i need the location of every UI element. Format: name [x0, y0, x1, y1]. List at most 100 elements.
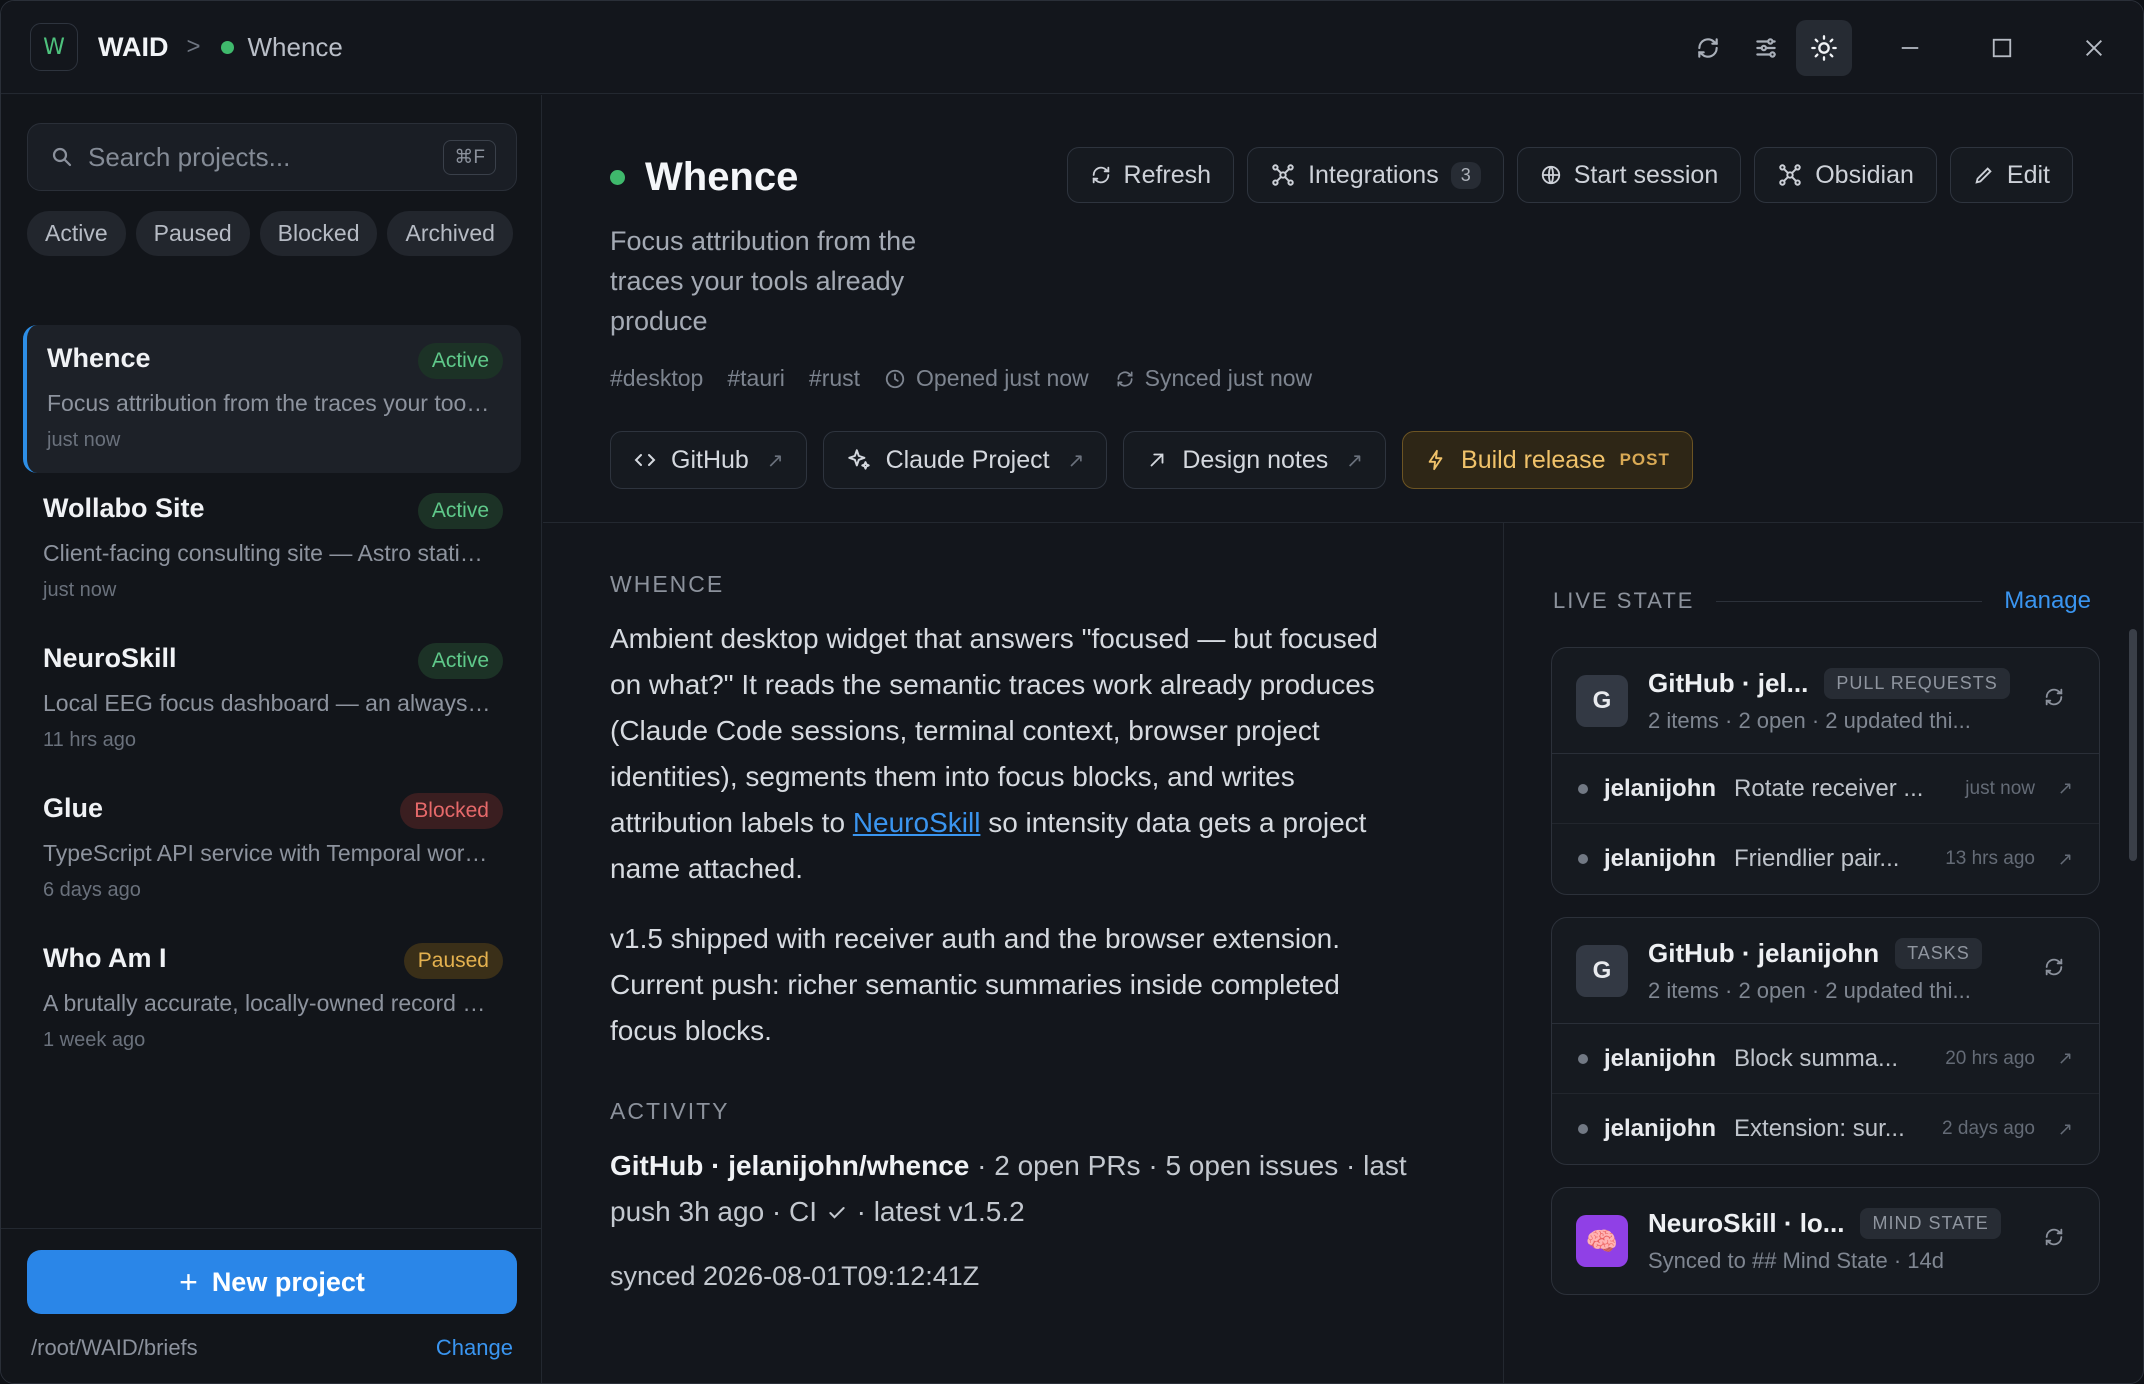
refresh-label: Refresh	[1123, 160, 1212, 189]
integrations-button[interactable]: Integrations 3	[1247, 147, 1504, 203]
search-input[interactable]	[88, 141, 418, 173]
sync-button[interactable]	[1680, 20, 1736, 76]
card-title: GitHub · jel... PULL REQUESTS	[1648, 668, 2010, 699]
manage-link[interactable]: Manage	[2004, 587, 2091, 615]
opened-meta: Opened just now	[884, 365, 1089, 392]
status-dot	[220, 40, 234, 54]
bullet	[1578, 783, 1588, 794]
integration-card-tasks: G GitHub · jelanijohn TASKS 2 items · 2 …	[1551, 917, 2100, 1165]
filter-archived[interactable]: Archived	[387, 211, 513, 256]
project-time: just now	[47, 429, 121, 451]
filter-paused[interactable]: Paused	[135, 211, 250, 256]
list-item[interactable]: jelanijohn Friendlier pair... 13 hrs ago…	[1552, 824, 2099, 894]
project-time: 1 week ago	[43, 1029, 146, 1051]
new-project-button[interactable]: + New project	[27, 1250, 517, 1314]
opened-text: Opened just now	[916, 365, 1089, 391]
card-refresh-button[interactable]	[2043, 686, 2065, 713]
titlebar-controls	[1680, 1, 2143, 94]
search-shortcut: ⌘F	[443, 140, 496, 175]
sun-icon	[1811, 34, 1837, 61]
synced-timestamp: synced 2026-08-01T09:12:41Z	[610, 1261, 980, 1291]
project-subtitle: Focus attribution from the traces your t…	[610, 226, 917, 336]
tag[interactable]: #rust	[809, 365, 860, 392]
start-session-button[interactable]: Start session	[1516, 147, 1742, 203]
lightning-icon	[1428, 449, 1443, 471]
list-item[interactable]: jelanijohn Rotate receiver ... just now …	[1552, 754, 2099, 824]
card-title-text: GitHub · jelanijohn	[1648, 938, 1880, 968]
breadcrumb-current[interactable]: Whence	[248, 32, 343, 63]
briefs-path: /root/WAID/briefs	[31, 1335, 198, 1360]
neuroskill-link[interactable]: NeuroSkill	[853, 807, 981, 838]
external-link-icon[interactable]: ↗	[2058, 1048, 2073, 1069]
settings-button[interactable]	[1738, 20, 1794, 76]
theme-toggle-button[interactable]	[1796, 19, 1852, 76]
maximize-button[interactable]	[1967, 20, 2037, 76]
project-description: A brutally accurate, locally-owned recor…	[43, 990, 493, 1016]
card-title-text: NeuroSkill · lo...	[1648, 1208, 1845, 1238]
edit-button[interactable]: Edit	[1949, 147, 2073, 203]
activity-repo[interactable]: GitHub · jelanijohn/whence	[610, 1150, 969, 1181]
build-release-button[interactable]: Build release POST	[1402, 431, 1693, 489]
minimize-button[interactable]	[1875, 20, 1945, 76]
project-time: just now	[43, 579, 117, 601]
item-time: 13 hrs ago	[1945, 848, 2035, 869]
item-author: jelanijohn	[1604, 1044, 1717, 1072]
arrow-up-right-icon	[1150, 453, 1164, 467]
project-item-wollabo-site[interactable]: Wollabo Site Active Client-facing consul…	[23, 475, 521, 623]
external-link-icon[interactable]: ↗	[2058, 778, 2073, 799]
close-icon	[2086, 39, 2102, 56]
refresh-icon	[2045, 688, 2063, 706]
synced-meta: Synced just now	[1115, 365, 1312, 392]
card-header[interactable]: G GitHub · jel... PULL REQUESTS 2 items …	[1552, 648, 2099, 754]
item-author: jelanijohn	[1604, 1115, 1717, 1142]
project-time: 11 hrs ago	[43, 729, 137, 751]
tag[interactable]: #desktop	[610, 365, 703, 392]
project-item-who-am-i[interactable]: Who Am I Paused A brutally accurate, loc…	[23, 925, 521, 1073]
item-title: Friendlier pair...	[1734, 845, 1900, 872]
external-link-icon: ↗	[1346, 449, 1364, 472]
filter-active[interactable]: Active	[27, 211, 126, 256]
card-header[interactable]: 🧠 NeuroSkill · lo... MIND STATE Synced t…	[1552, 1188, 2099, 1294]
project-description: Focus attribution from the traces your t…	[47, 390, 493, 416]
external-link-icon[interactable]: ↗	[2058, 849, 2073, 870]
project-item-glue[interactable]: Glue Blocked TypeScript API service with…	[23, 775, 521, 923]
search-box[interactable]: ⌘F	[27, 123, 517, 191]
tag[interactable]: #tauri	[727, 365, 785, 392]
bullet	[1578, 1053, 1588, 1064]
list-item[interactable]: jelanijohn Extension: sur... 2 days ago …	[1552, 1094, 2099, 1164]
obsidian-button[interactable]: Obsidian	[1754, 147, 1937, 203]
list-item[interactable]: jelanijohn Block summa... 20 hrs ago ↗	[1552, 1024, 2099, 1094]
claude-project-link[interactable]: Claude Project ↗	[822, 431, 1108, 489]
filter-blocked[interactable]: Blocked	[259, 211, 378, 256]
synced-text: Synced just now	[1144, 365, 1313, 391]
integration-card-pull-requests: G GitHub · jel... PULL REQUESTS 2 items …	[1551, 647, 2100, 895]
github-link[interactable]: GitHub ↗	[610, 431, 807, 489]
sliders-icon	[1756, 37, 1776, 58]
external-link-icon[interactable]: ↗	[2058, 1119, 2073, 1140]
item-author: jelanijohn	[1604, 774, 1717, 802]
item-title: Extension: sur...	[1734, 1115, 1905, 1142]
refresh-button[interactable]: Refresh	[1066, 147, 1235, 203]
project-description: Client-facing consulting site — Astro st…	[43, 540, 493, 566]
card-refresh-button[interactable]	[2043, 956, 2065, 983]
activity-summary: GitHub · jelanijohn/whence · 2 open PRs …	[610, 1143, 1410, 1235]
project-item-whence[interactable]: Whence Active Focus attribution from the…	[23, 325, 521, 473]
project-item-neuroskill[interactable]: NeuroSkill Active Local EEG focus dashbo…	[23, 625, 521, 773]
design-notes-link[interactable]: Design notes ↗	[1123, 431, 1387, 489]
bullet	[1578, 1124, 1588, 1134]
scrollbar[interactable]	[2129, 629, 2137, 861]
card-refresh-button[interactable]	[2043, 1226, 2065, 1253]
card-header[interactable]: G GitHub · jelanijohn TASKS 2 items · 2 …	[1552, 918, 2099, 1024]
github-avatar: G	[1576, 945, 1628, 997]
close-button[interactable]	[2059, 20, 2129, 76]
change-path-link[interactable]: Change	[436, 1335, 513, 1361]
brain-icon: 🧠	[1576, 1215, 1628, 1267]
sync-icon	[1117, 371, 1133, 386]
project-list: Whence Active Focus attribution from the…	[23, 325, 521, 1075]
app-name[interactable]: WAID	[98, 32, 169, 63]
status-paragraph: v1.5 shipped with receiver auth and the …	[610, 923, 1340, 1046]
github-avatar: G	[1576, 675, 1628, 727]
activity-title: ACTIVITY	[610, 1098, 730, 1124]
card-title: GitHub · jelanijohn TASKS	[1648, 938, 1982, 969]
status-badge: Paused	[403, 943, 503, 979]
